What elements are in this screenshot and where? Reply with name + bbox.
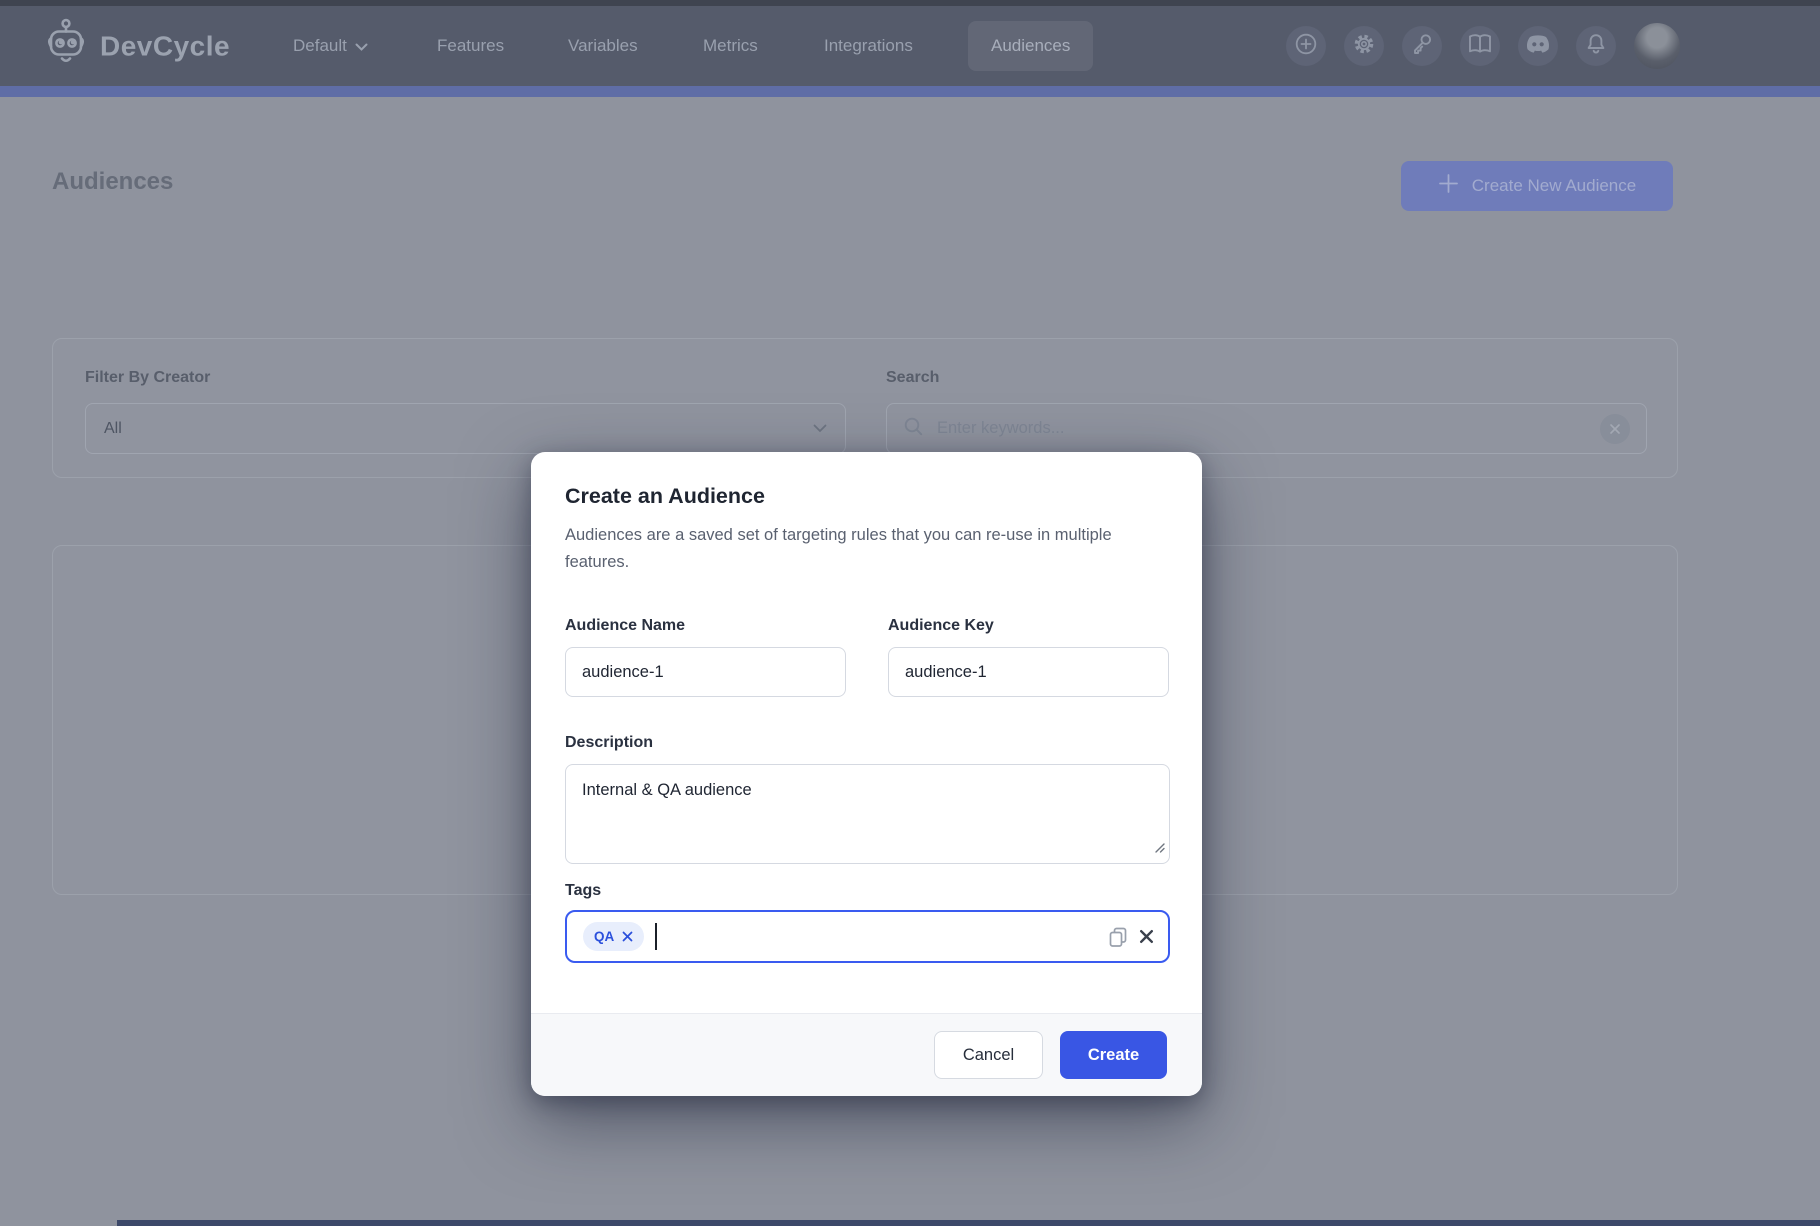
navbar-icon-group xyxy=(1286,23,1680,69)
brand-logo[interactable]: DevCycle xyxy=(44,18,230,75)
nav-item-integrations[interactable]: Integrations xyxy=(824,36,913,56)
navbar-accent-strip xyxy=(0,86,1820,97)
description-field: Internal & QA audience xyxy=(565,764,1170,864)
audience-name-label: Audience Name xyxy=(565,617,685,635)
clear-tags-icon[interactable] xyxy=(1139,929,1154,944)
modal-description: Audiences are a saved set of targeting r… xyxy=(565,522,1177,577)
notifications-button[interactable] xyxy=(1576,26,1616,66)
bottom-window-edge xyxy=(117,1220,1820,1226)
tags-label: Tags xyxy=(565,882,601,900)
description-label: Description xyxy=(565,734,653,752)
nav-item-variables[interactable]: Variables xyxy=(568,36,638,56)
creator-filter-select[interactable]: All xyxy=(85,403,846,454)
nav-project-switcher-default[interactable]: Default xyxy=(293,36,368,56)
devcycle-robot-icon xyxy=(44,18,88,75)
audience-name-input[interactable] xyxy=(565,647,846,697)
tags-actions xyxy=(1108,926,1154,948)
text-cursor xyxy=(655,923,657,950)
discord-icon xyxy=(1525,34,1551,59)
book-icon xyxy=(1467,33,1493,60)
nav-item-audiences-active[interactable]: Audiences xyxy=(968,21,1093,71)
copy-icon[interactable] xyxy=(1108,926,1128,948)
docs-button[interactable] xyxy=(1460,26,1500,66)
search-icon xyxy=(903,416,924,442)
tags-input[interactable]: QA xyxy=(565,910,1170,963)
add-button[interactable] xyxy=(1286,26,1326,66)
chevron-down-icon xyxy=(813,420,827,438)
nav-item-metrics[interactable]: Metrics xyxy=(703,36,758,56)
bell-icon xyxy=(1584,32,1608,61)
chevron-down-icon xyxy=(355,36,368,56)
tag-chip-qa: QA xyxy=(583,922,644,951)
audience-key-input[interactable] xyxy=(888,647,1169,697)
top-navbar: DevCycle Default Features Variables Metr… xyxy=(0,6,1820,86)
search-field xyxy=(886,403,1647,454)
search-clear-button[interactable] xyxy=(1600,414,1630,444)
search-input[interactable] xyxy=(937,419,1587,438)
brand-name: DevCycle xyxy=(100,30,230,62)
discord-button[interactable] xyxy=(1518,26,1558,66)
settings-button[interactable] xyxy=(1344,26,1384,66)
modal-footer: Cancel Create xyxy=(531,1013,1202,1096)
create-new-audience-button[interactable]: Create New Audience xyxy=(1401,161,1673,211)
nav-item-features[interactable]: Features xyxy=(437,36,504,56)
audience-key-label: Audience Key xyxy=(888,617,994,635)
create-audience-modal: Create an Audience Audiences are a saved… xyxy=(531,452,1202,1096)
filter-by-creator-label: Filter By Creator xyxy=(85,369,210,387)
api-keys-button[interactable] xyxy=(1402,26,1442,66)
page-title: Audiences xyxy=(52,168,173,196)
create-button[interactable]: Create xyxy=(1060,1031,1167,1079)
remove-tag-icon[interactable] xyxy=(622,931,633,942)
cancel-button[interactable]: Cancel xyxy=(934,1031,1043,1079)
user-avatar[interactable] xyxy=(1634,23,1680,69)
plus-icon xyxy=(1438,173,1459,199)
modal-title: Create an Audience xyxy=(565,484,765,509)
description-textarea[interactable]: Internal & QA audience xyxy=(565,764,1170,864)
key-icon xyxy=(1410,32,1434,61)
gear-icon xyxy=(1352,32,1376,61)
plus-circle-icon xyxy=(1294,32,1318,61)
search-label: Search xyxy=(886,369,939,387)
